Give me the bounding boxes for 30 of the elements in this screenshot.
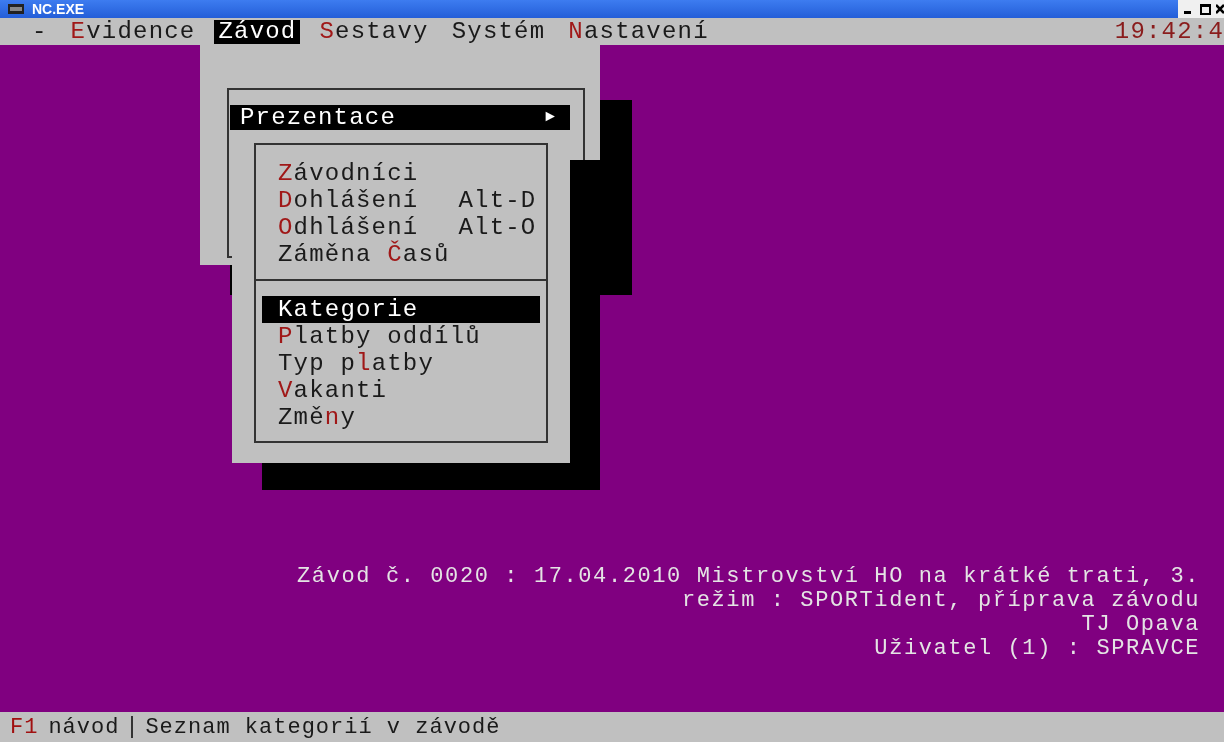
menu-item[interactable]: Odhlášení Alt-O bbox=[262, 214, 540, 241]
menu-item[interactable]: Evidence bbox=[66, 19, 200, 44]
app-icon bbox=[8, 4, 24, 14]
menu-item[interactable]: Vakanti bbox=[262, 377, 540, 404]
menu-item[interactable]: Systém bbox=[447, 19, 550, 44]
menu-item[interactable]: P latby oddílů bbox=[262, 323, 540, 350]
menu-item[interactable]: Prezentace ► bbox=[230, 105, 570, 130]
close-button[interactable] bbox=[1214, 0, 1224, 18]
help-key: F1 bbox=[10, 710, 39, 742]
help-label: návod bbox=[48, 713, 120, 742]
clock: 19:42:4 bbox=[1114, 16, 1224, 47]
close-icon bbox=[1216, 4, 1224, 14]
menu-item[interactable]: - bbox=[28, 19, 52, 44]
menu-item[interactable]: Závod bbox=[214, 19, 301, 44]
info-line: Závod č. 0020 : 17.04.2010 Mistrovství HO na krátké trati, 3. bbox=[297, 565, 1200, 589]
menu-item[interactable]: Záměna Časů bbox=[262, 241, 540, 268]
info-line: TJ Opava bbox=[1081, 613, 1200, 637]
minimize-button[interactable] bbox=[1178, 0, 1196, 18]
status-message: Seznam kategorií v závodě bbox=[145, 713, 501, 742]
menu-item[interactable]: Sestavy bbox=[315, 19, 433, 44]
window-title: NC.EXE bbox=[32, 2, 85, 16]
menu-item[interactable]: Nastavení bbox=[564, 19, 713, 44]
menu-item[interactable]: Typ p latby bbox=[262, 350, 540, 377]
maximize-button[interactable] bbox=[1196, 0, 1214, 18]
menu-item[interactable]: Závodníci bbox=[262, 160, 540, 187]
menu-item[interactable]: Dohlášení Alt-D bbox=[262, 187, 540, 214]
menu-item[interactable]: Kategorie bbox=[262, 296, 540, 323]
menu-item[interactable]: Změ ny bbox=[262, 404, 540, 431]
info-line: režim : SPORTident, příprava závodu bbox=[681, 589, 1200, 613]
info-line: Uživatel (1) : SPRAVCE bbox=[874, 637, 1200, 661]
